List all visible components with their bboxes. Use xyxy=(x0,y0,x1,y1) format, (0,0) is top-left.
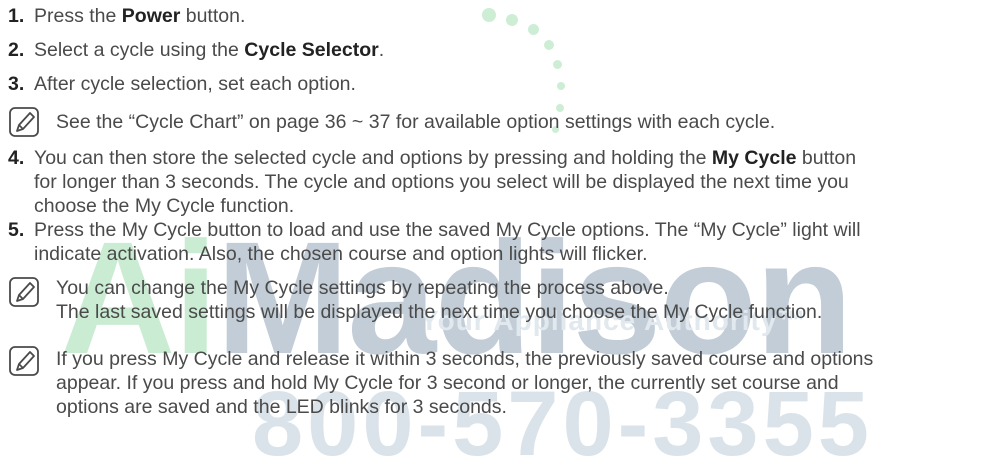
step-number: 4. xyxy=(8,147,25,169)
step-line: indicate activation. Also, the chosen co… xyxy=(34,243,648,265)
step-number: 3. xyxy=(8,73,25,95)
note-line: You can change the My Cycle settings by … xyxy=(56,277,669,299)
note-line: options are saved and the LED blinks for… xyxy=(56,396,507,418)
step-number: 1. xyxy=(8,5,25,27)
note-pencil-icon xyxy=(9,107,39,137)
step-bold: Power xyxy=(121,5,181,27)
step-line: You can then store the selected cycle an… xyxy=(34,146,856,170)
step-text: After cycle selection, set each option. xyxy=(34,73,356,95)
step-text: Select a cycle using the Cycle Selector. xyxy=(34,38,384,62)
note-pencil-icon xyxy=(9,346,39,376)
step-text-part: button. xyxy=(180,5,246,27)
step-text-part: Press the xyxy=(34,5,122,27)
note-line: If you press My Cycle and release it wit… xyxy=(56,348,874,370)
step-text-part: Select a cycle using the xyxy=(34,39,245,61)
step-text: Press the My Cycle button to load and us… xyxy=(34,218,861,266)
step-bold: My Cycle xyxy=(711,147,797,169)
note-line: appear. If you press and hold My Cycle f… xyxy=(56,372,839,394)
step-text-part: You can then store the selected cycle an… xyxy=(34,147,712,169)
note-line: The last saved settings will be displaye… xyxy=(56,301,823,323)
step-text: You can then store the selected cycle an… xyxy=(34,146,856,218)
step-number: 5. xyxy=(8,219,25,241)
step-line: for longer than 3 seconds. The cycle and… xyxy=(34,171,849,193)
step-number: 2. xyxy=(8,39,25,61)
step-text: Press the Power button. xyxy=(34,4,245,28)
step-line: choose the My Cycle function. xyxy=(34,195,295,217)
note-text: You can change the My Cycle settings by … xyxy=(56,276,822,324)
step-text-part: button xyxy=(796,147,857,169)
step-line: Press the My Cycle button to load and us… xyxy=(34,219,861,241)
step-bold: Cycle Selector xyxy=(244,39,379,61)
step-text-part: . xyxy=(378,39,385,61)
note-pencil-icon xyxy=(9,277,39,307)
instructions: 1. Press the Power button. 2. Select a c… xyxy=(0,0,996,446)
note-text: See the “Cycle Chart” on page 36 ~ 37 fo… xyxy=(56,111,776,133)
note-text: If you press My Cycle and release it wit… xyxy=(56,347,873,419)
